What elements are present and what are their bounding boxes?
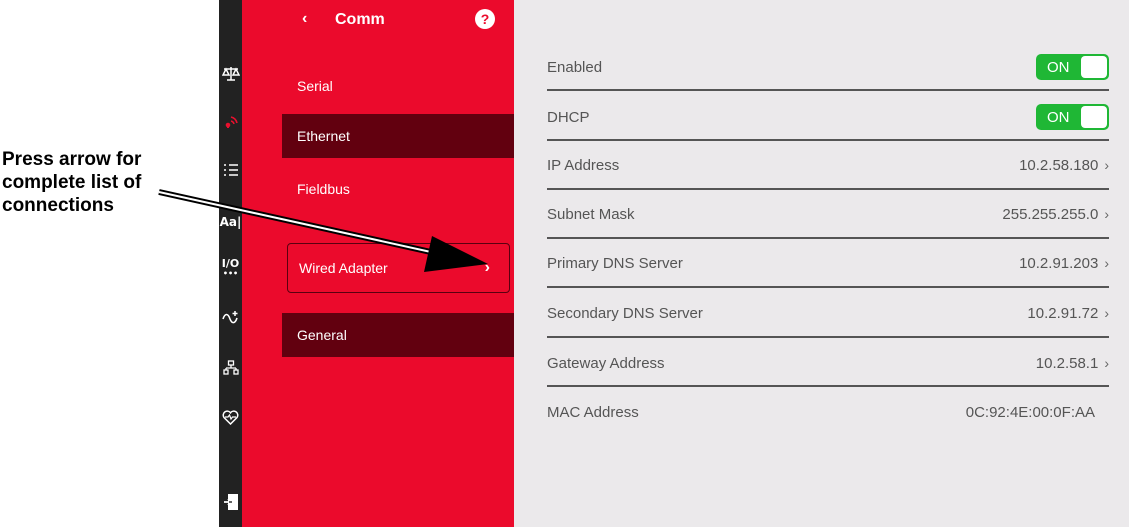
nav-item-serial[interactable]: Serial	[282, 64, 514, 108]
chevron-right-icon[interactable]: ›	[1104, 157, 1109, 173]
setting-label: IP Address	[547, 156, 620, 174]
setting-row-secondary-dns[interactable]: Secondary DNS Server 10.2.91.72 ›	[547, 289, 1109, 337]
callout-text: Press arrow for complete list of connect…	[2, 148, 192, 217]
io-icon[interactable]: I/O •••	[219, 257, 242, 281]
logout-icon[interactable]	[219, 490, 242, 514]
chevron-right-icon[interactable]: ›	[1104, 255, 1109, 271]
setting-row-gateway[interactable]: Gateway Address 10.2.58.1 ›	[547, 339, 1109, 387]
setting-row-ip-address[interactable]: IP Address 10.2.58.180 ›	[547, 141, 1109, 189]
setting-row-subnet-mask[interactable]: Subnet Mask 255.255.255.0 ›	[547, 190, 1109, 238]
callout-line-1: Press arrow for	[2, 149, 142, 170]
nav-item-general[interactable]: General	[282, 313, 514, 357]
enabled-toggle[interactable]: ON	[1036, 54, 1109, 80]
setting-label: DHCP	[547, 108, 590, 126]
text-size-icon[interactable]: Aa|	[219, 210, 242, 234]
nav-item-label: Wired Adapter	[299, 260, 388, 276]
nav-item-label: Fieldbus	[297, 181, 350, 197]
chevron-right-icon[interactable]: ›	[1104, 355, 1109, 371]
signal-icon[interactable]	[219, 305, 242, 329]
nav-item-wired-adapter[interactable]: Wired Adapter ›	[287, 243, 510, 293]
nav-item-ethernet[interactable]: Ethernet	[282, 114, 514, 158]
scale-icon[interactable]	[219, 62, 242, 86]
callout-line-2: complete list of	[2, 172, 142, 193]
setting-label: Primary DNS Server	[547, 254, 683, 272]
heart-icon[interactable]	[219, 405, 242, 429]
back-icon[interactable]: ‹	[302, 10, 307, 28]
setting-row-enabled: Enabled ON	[547, 43, 1109, 91]
setting-label: Subnet Mask	[547, 205, 635, 223]
ethernet-settings-panel: Enabled ON DHCP ON IP Address 10.2.58.18…	[514, 0, 1129, 527]
divider	[547, 89, 1109, 91]
network-icon[interactable]	[219, 356, 242, 380]
toggle-knob	[1081, 106, 1107, 128]
setting-value: 10.2.58.1	[1035, 354, 1099, 372]
setting-label: Gateway Address	[547, 354, 665, 372]
nav-item-label: General	[297, 327, 347, 343]
dhcp-toggle[interactable]: ON	[1036, 104, 1109, 130]
setting-value: 255.255.255.0	[1002, 205, 1099, 223]
help-icon[interactable]: ?	[475, 9, 495, 29]
setting-row-primary-dns[interactable]: Primary DNS Server 10.2.91.203 ›	[547, 239, 1109, 287]
wireless-icon[interactable]	[219, 109, 242, 133]
setting-label: MAC Address	[547, 403, 639, 421]
setting-value: 10.2.58.180	[1019, 156, 1099, 174]
list-icon[interactable]	[219, 158, 242, 182]
setting-row-mac-address: MAC Address 0C:92:4E:00:0F:AA	[547, 388, 1109, 436]
toggle-state: ON	[1047, 108, 1070, 126]
comm-nav-panel: ‹ Comm ? Serial Ethernet Fieldbus Wired …	[242, 0, 514, 527]
setting-value: 10.2.91.72	[1027, 304, 1099, 322]
toggle-knob	[1081, 56, 1107, 78]
chevron-right-icon[interactable]: ›	[1104, 206, 1109, 222]
chevron-right-icon[interactable]: ›	[485, 259, 490, 277]
callout-line-3: connections	[2, 195, 114, 216]
toggle-state: ON	[1047, 58, 1070, 76]
setting-value: 10.2.91.203	[1019, 254, 1099, 272]
nav-title: Comm	[335, 11, 385, 28]
nav-item-label: Serial	[297, 78, 333, 94]
nav-item-label: Ethernet	[297, 128, 350, 144]
nav-item-fieldbus[interactable]: Fieldbus	[282, 167, 514, 211]
setting-label: Secondary DNS Server	[547, 304, 703, 322]
chevron-right-icon[interactable]: ›	[1104, 305, 1109, 321]
divider	[547, 336, 1109, 338]
setting-value: 0C:92:4E:00:0F:AA	[965, 403, 1095, 421]
setting-row-dhcp: DHCP ON	[547, 93, 1109, 141]
setting-label: Enabled	[547, 58, 603, 76]
divider	[547, 385, 1109, 387]
divider	[547, 286, 1109, 288]
